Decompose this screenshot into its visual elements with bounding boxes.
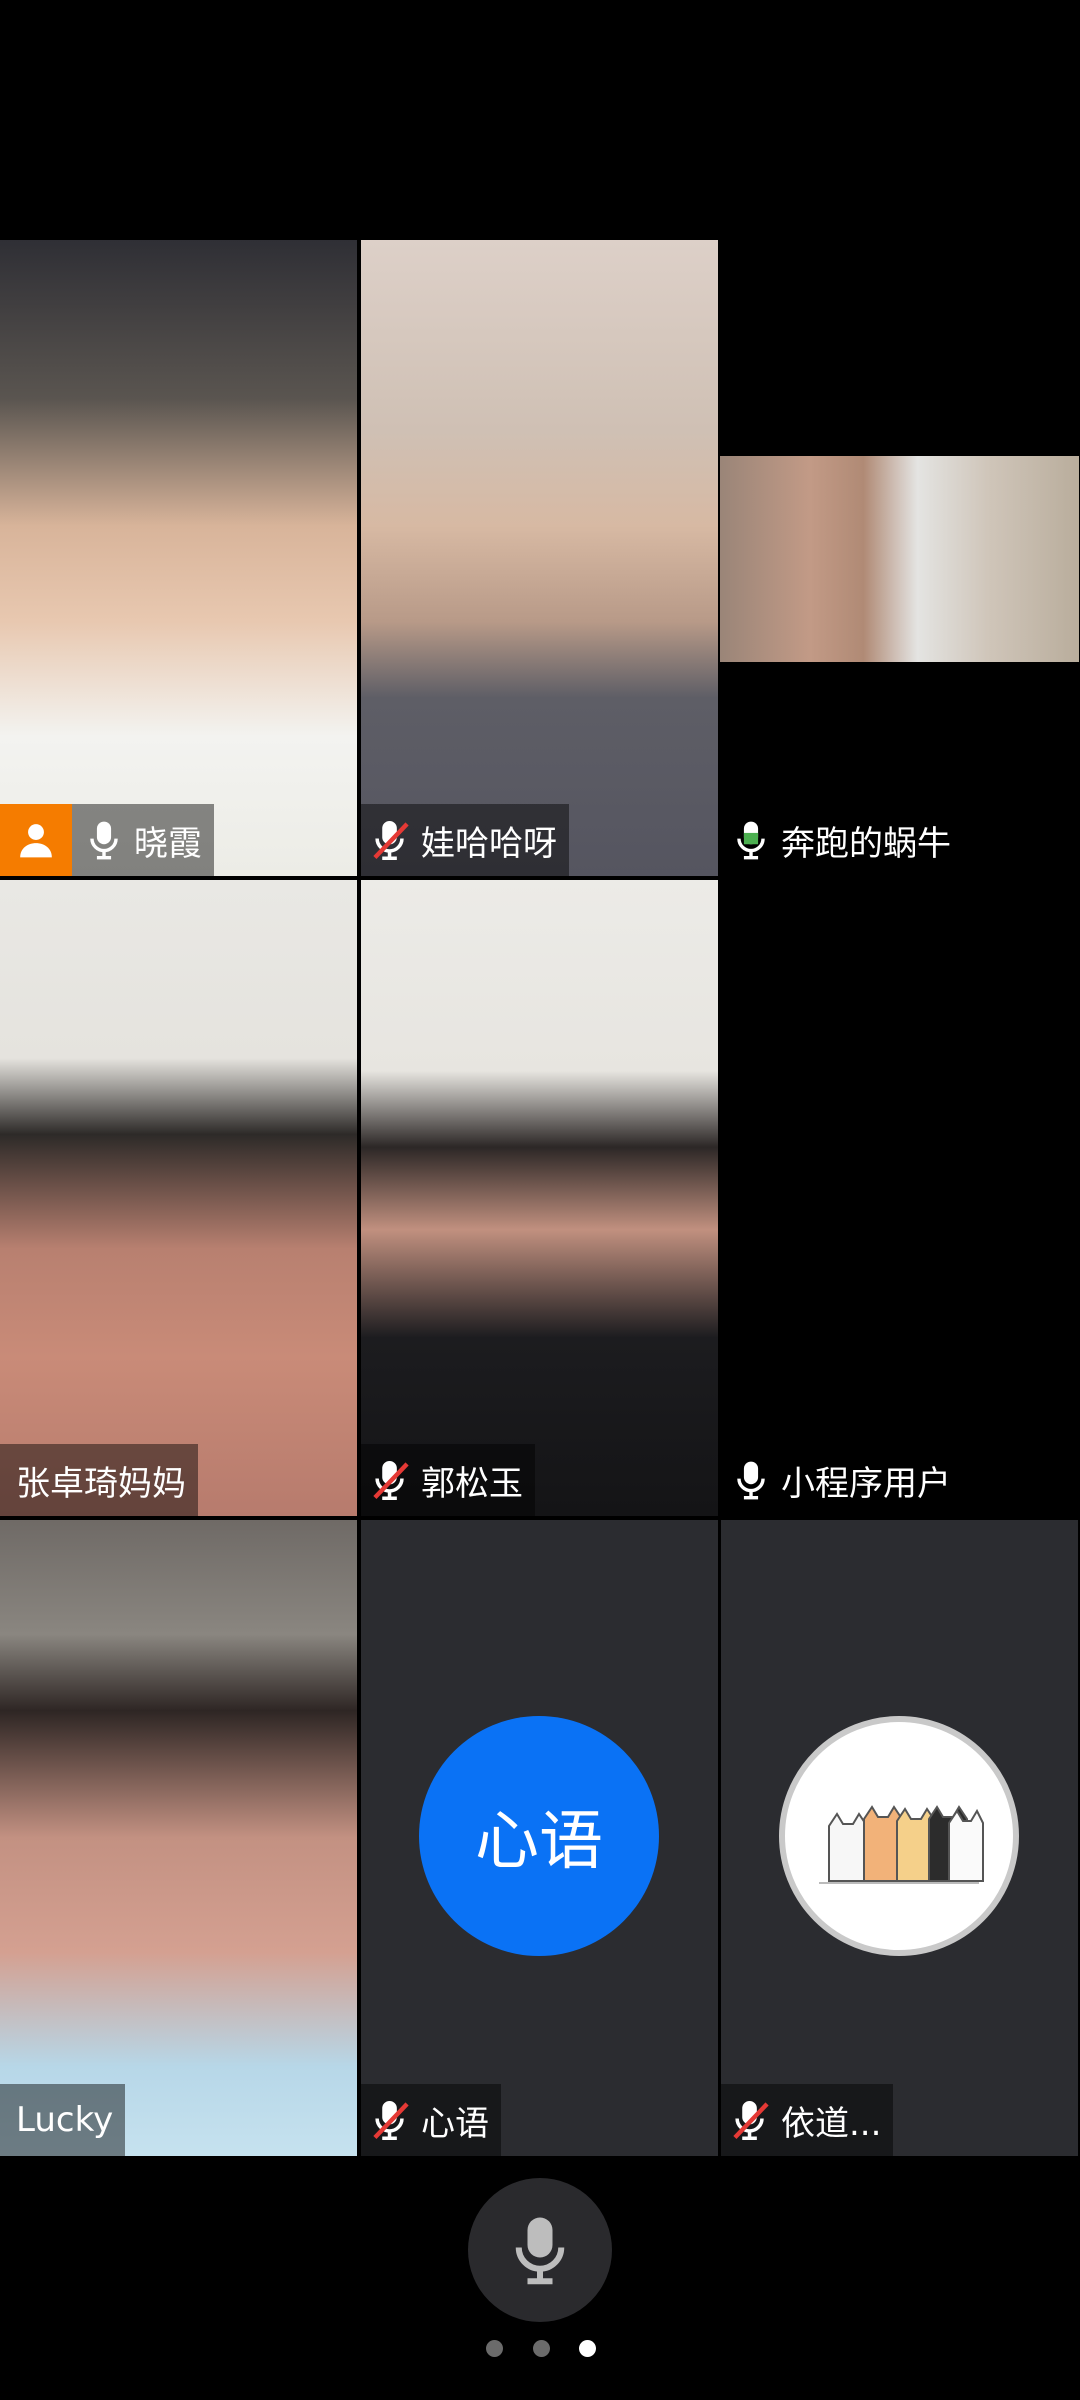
microphone-icon (510, 2213, 570, 2287)
participant-tile-miniprogram-user[interactable]: 小程序用户 (721, 880, 1078, 1516)
participant-name: 心语 (421, 2103, 489, 2144)
participant-name: 娃哈哈呀 (421, 823, 557, 864)
video-feed (0, 880, 357, 1516)
page-dot-3[interactable] (579, 2339, 596, 2357)
participant-label: 奔跑的蜗牛 (721, 804, 963, 876)
cats-illustration-icon (819, 1805, 984, 1884)
participant-name: 张卓琦妈妈 (16, 1463, 186, 1504)
mic-icon (731, 1457, 771, 1503)
participant-label: 小程序用户 (721, 1444, 963, 1516)
page-dot-2[interactable] (532, 2339, 550, 2357)
video-feed (361, 880, 718, 1516)
mic-muted-icon (371, 817, 411, 863)
mic-muted-icon (731, 2097, 771, 2143)
mute-toggle-button[interactable] (468, 2178, 612, 2322)
mic-active-icon (731, 817, 771, 863)
participant-name: 奔跑的蜗牛 (781, 823, 951, 864)
participant-label: 心语 (361, 2084, 501, 2156)
participant-tile-zhangzhuoqi-mama[interactable]: 张卓琦妈妈 (0, 880, 357, 1516)
participant-tile-guosongyu[interactable]: 郭松玉 (361, 880, 718, 1516)
participant-label: Lucky (0, 2084, 126, 2156)
participant-tile-lucky[interactable]: Lucky (0, 1520, 357, 2156)
participant-tile-xinyu[interactable]: 心语 心语 (361, 1520, 718, 2156)
page-indicator[interactable] (486, 2338, 596, 2358)
participant-label: 娃哈哈呀 (361, 804, 569, 876)
participant-tile-yidao[interactable]: 依道... (721, 1520, 1078, 2156)
mic-muted-icon (371, 1457, 411, 1503)
participant-tile-xiaoxia[interactable]: 晓霞 (0, 240, 357, 876)
participant-name: 晓霞 (134, 823, 202, 864)
avatar: 心语 (419, 1716, 659, 1956)
participant-name: Lucky (16, 2100, 114, 2140)
video-feed-benpao (720, 456, 1079, 662)
host-icon (0, 804, 72, 876)
video-feed (0, 240, 357, 876)
participant-name: 郭松玉 (421, 1463, 523, 1504)
participant-label: 晓霞 (0, 804, 214, 876)
video-feed (0, 1520, 357, 2156)
participant-name: 依道... (781, 2103, 882, 2144)
participant-name: 小程序用户 (781, 1463, 951, 1504)
avatar-initials: 心语 (475, 1805, 603, 1879)
video-feed (361, 240, 718, 876)
page-dot-1[interactable] (486, 2339, 503, 2357)
participant-label: 依道... (721, 2084, 894, 2156)
mic-muted-icon (371, 2097, 411, 2143)
mic-icon (84, 817, 124, 863)
participant-tile-wahaha[interactable]: 娃哈哈呀 (361, 240, 718, 876)
participant-label: 张卓琦妈妈 (0, 1444, 198, 1516)
participant-label: 郭松玉 (361, 1444, 535, 1516)
avatar (779, 1716, 1019, 1956)
